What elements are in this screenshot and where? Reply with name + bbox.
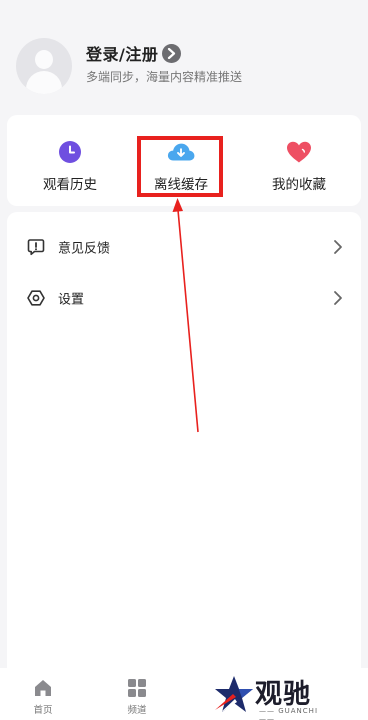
favorites-label: 我的收藏 xyxy=(272,177,326,193)
avatar[interactable] xyxy=(16,38,72,94)
nav-channels-label: 频道 xyxy=(127,705,147,716)
menu-item-label: 设置 xyxy=(58,292,85,308)
avatar-head xyxy=(35,50,53,69)
heart-icon xyxy=(284,139,314,165)
grid-icon xyxy=(127,678,147,698)
menu-card: 意见反馈 设置 xyxy=(7,212,361,678)
favorites-button[interactable]: 我的收藏 xyxy=(244,115,354,206)
chevron-right-icon xyxy=(333,239,343,255)
login-title[interactable]: 登录/注册 xyxy=(86,41,158,65)
feedback-icon xyxy=(27,238,45,256)
profile-subtitle: 多端同步，海量内容精准推送 xyxy=(86,70,243,84)
chevron-right-icon[interactable] xyxy=(162,43,182,63)
star-logo-icon xyxy=(215,676,253,713)
login-link[interactable]: 登录/注册 xyxy=(86,41,182,65)
watch-history-label: 观看历史 xyxy=(43,177,97,193)
watermark-text: 观驰 xyxy=(255,679,311,710)
nav-channels[interactable]: 频道 xyxy=(107,676,167,716)
nav-home-label: 首页 xyxy=(33,705,53,716)
home-icon xyxy=(33,678,53,698)
watch-history-button[interactable]: 观看历史 xyxy=(15,115,125,206)
profile-header: 登录/注册 多端同步，海量内容精准推送 xyxy=(0,0,368,112)
highlight-box xyxy=(137,136,223,197)
settings-icon xyxy=(27,289,45,307)
watermark-logo: 观驰 —— GUANCHI —— xyxy=(208,672,332,720)
watermark-subtext: —— GUANCHI —— xyxy=(259,707,319,720)
app-screen: 登录/注册 多端同步，海量内容精准推送 观看历史 离线缓存 我的收藏 意见反馈 … xyxy=(0,0,368,720)
nav-home[interactable]: 首页 xyxy=(13,676,73,716)
menu-item-label: 意见反馈 xyxy=(58,241,111,257)
avatar-body xyxy=(26,71,62,94)
menu-item-settings[interactable]: 设置 xyxy=(7,273,361,323)
chevron-right-icon xyxy=(333,290,343,306)
menu-item-feedback[interactable]: 意见反馈 xyxy=(7,222,361,272)
clock-icon xyxy=(55,139,85,165)
